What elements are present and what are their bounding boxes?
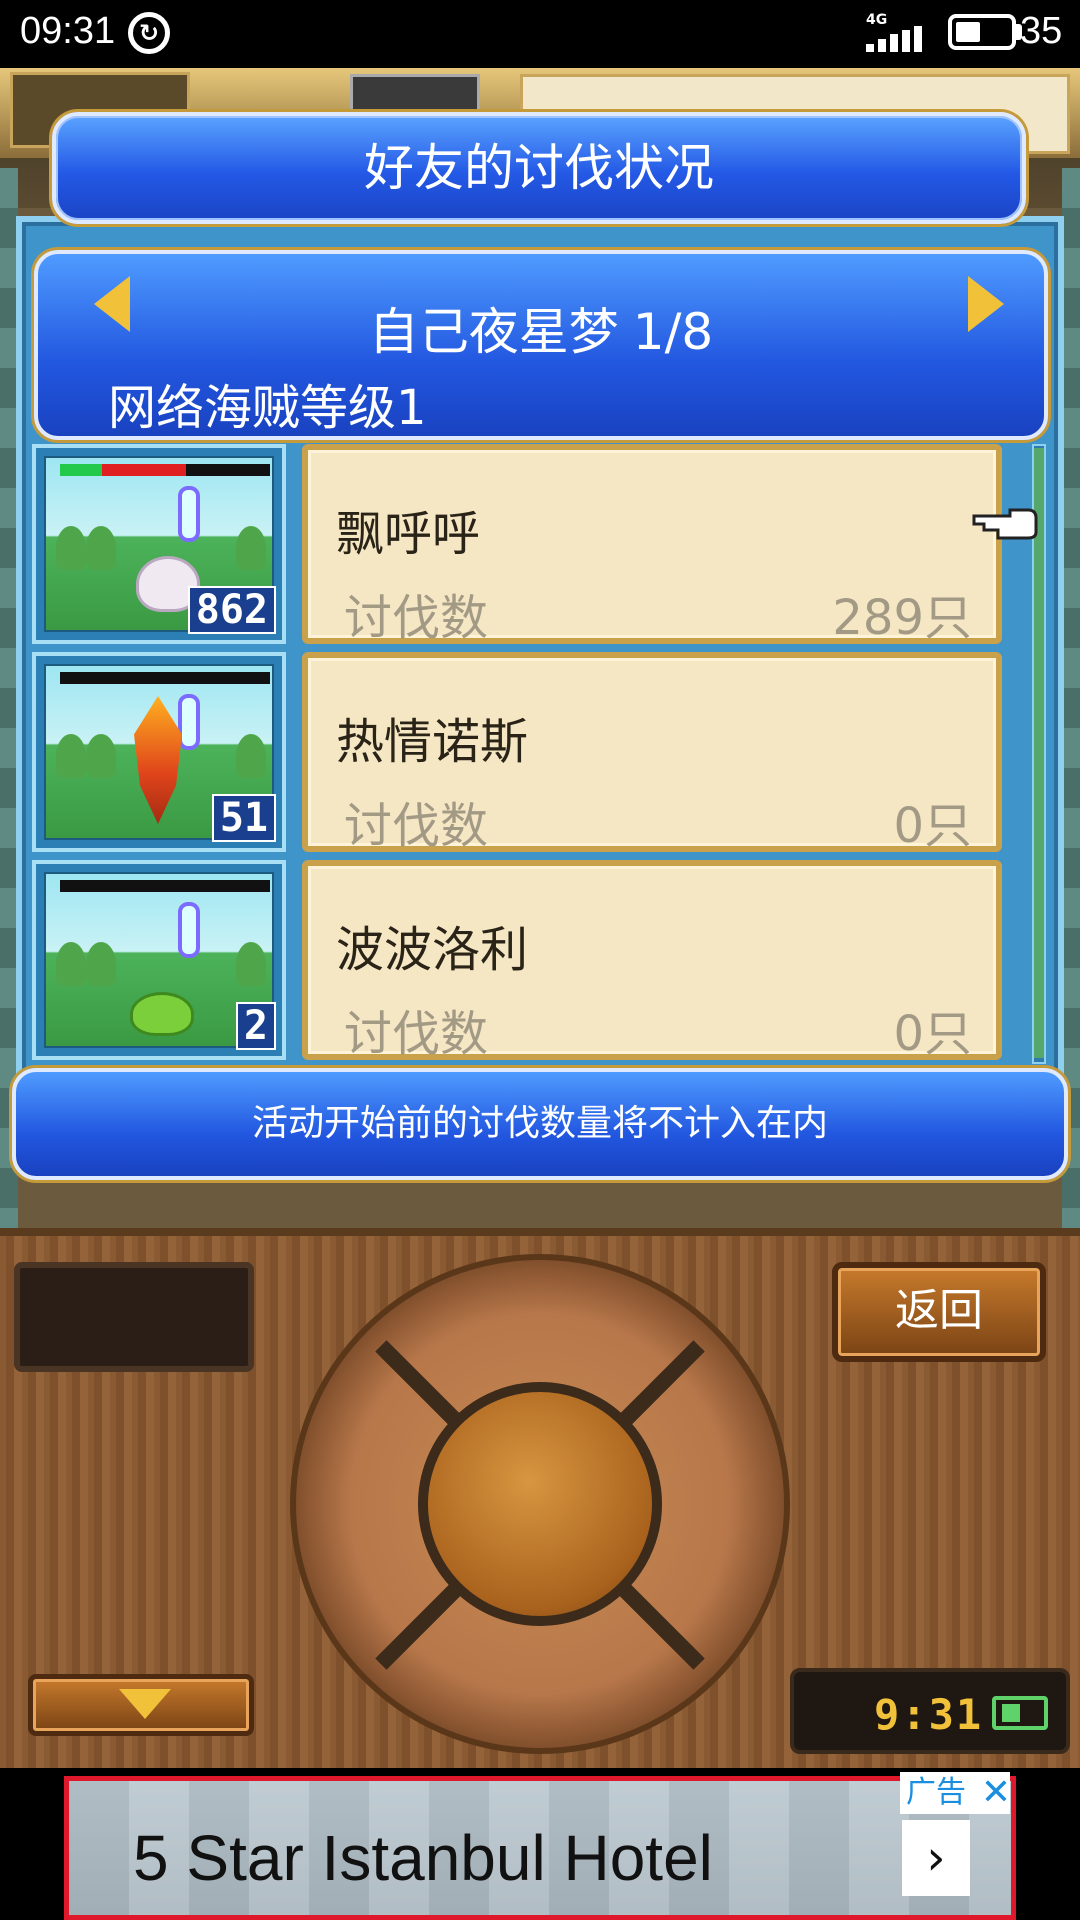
- monster-list: 862 飘呼呼 讨伐数 289只 51 热情诺斯 讨伐数 0只 2 波波洛利 讨…: [32, 444, 1032, 1074]
- kills-label: 讨伐数: [344, 590, 489, 646]
- monster-thumbnail: 51: [32, 652, 286, 852]
- kills-value: 289只: [832, 590, 972, 646]
- monster-name: 热情诺斯: [336, 714, 529, 770]
- exclamation-icon: [178, 902, 200, 958]
- sync-icon: ↻: [128, 12, 170, 54]
- game-controller: 返回 9:31: [0, 1228, 1080, 1768]
- list-item[interactable]: 2 波波洛利 讨伐数 0只: [32, 860, 1032, 1062]
- kills-label: 讨伐数: [344, 1006, 489, 1062]
- monster-count: 2: [235, 1002, 276, 1050]
- hp-bar: [60, 880, 270, 892]
- battery-level: 35: [1020, 10, 1063, 52]
- status-time: 09:31: [20, 10, 116, 52]
- monster-card[interactable]: 热情诺斯 讨伐数 0只: [302, 652, 1002, 854]
- friend-name: 自己夜星梦: [368, 303, 619, 361]
- dialog-title: 好友的讨伐状况: [364, 139, 714, 197]
- game-screen: 自己夜星梦 1/8 网络海贼等级1 862 飘呼呼 讨伐数 289只 51 热情…: [0, 68, 1080, 1768]
- monster-thumbnail: 2: [32, 860, 286, 1060]
- next-friend-arrow-icon[interactable]: [968, 276, 1004, 332]
- hand-pointer-icon: [972, 508, 1038, 540]
- ad-text[interactable]: 5 Star Istanbul Hotel: [133, 1821, 713, 1895]
- ad-close-icon[interactable]: ✕: [976, 1772, 1016, 1814]
- kills-value: 0只: [893, 1006, 972, 1062]
- dpad[interactable]: [290, 1254, 790, 1754]
- battery-icon: [948, 14, 1016, 50]
- arrow-down-icon: [119, 1689, 171, 1719]
- exclamation-icon: [178, 694, 200, 750]
- friend-name-line: 自己夜星梦 1/8: [38, 292, 1044, 364]
- game-clock: 9:31: [790, 1668, 1070, 1754]
- note-banner: 活动开始前的讨伐数量将不计入在内: [12, 1068, 1068, 1180]
- note-text: 活动开始前的讨伐数量将不计入在内: [251, 1103, 828, 1144]
- friend-hunt-panel: 自己夜星梦 1/8 网络海贼等级1 862 飘呼呼 讨伐数 289只 51 热情…: [16, 216, 1064, 1128]
- friend-page-indicator: 1/8: [632, 303, 714, 361]
- kills-value: 0只: [893, 798, 972, 854]
- monster-count: 51: [211, 794, 276, 842]
- monster-card[interactable]: 飘呼呼 讨伐数 289只: [302, 444, 1002, 646]
- friend-rank: 网络海贼等级1: [108, 380, 427, 436]
- hp-bar: [60, 464, 270, 476]
- list-item[interactable]: 862 飘呼呼 讨伐数 289只: [32, 444, 1032, 646]
- game-battery-icon: [992, 1696, 1048, 1730]
- exclamation-icon: [178, 486, 200, 542]
- friend-header: 自己夜星梦 1/8 网络海贼等级1: [34, 250, 1048, 440]
- list-item[interactable]: 51 热情诺斯 讨伐数 0只: [32, 652, 1032, 854]
- monster-name: 波波洛利: [336, 922, 529, 978]
- status-bar: 09:31 ↻ 4G 35: [0, 0, 1080, 68]
- dpad-center-button[interactable]: [418, 1382, 662, 1626]
- controller-screen: [14, 1262, 254, 1372]
- game-clock-time: 9:31: [874, 1690, 984, 1739]
- scroll-down-button[interactable]: [28, 1674, 254, 1736]
- kills-label: 讨伐数: [344, 798, 489, 854]
- monster-name: 飘呼呼: [336, 506, 481, 562]
- monster-thumbnail: 862: [32, 444, 286, 644]
- back-button[interactable]: 返回: [832, 1262, 1046, 1362]
- monster-card[interactable]: 波波洛利 讨伐数 0只: [302, 860, 1002, 1062]
- monster-count: 862: [187, 586, 276, 634]
- slime-monster-icon: [130, 992, 194, 1036]
- dialog-title-banner: 好友的讨伐状况: [52, 112, 1026, 224]
- hp-bar: [60, 672, 270, 684]
- ad-chevron-icon[interactable]: ›: [902, 1820, 970, 1896]
- signal-icon: [866, 26, 922, 52]
